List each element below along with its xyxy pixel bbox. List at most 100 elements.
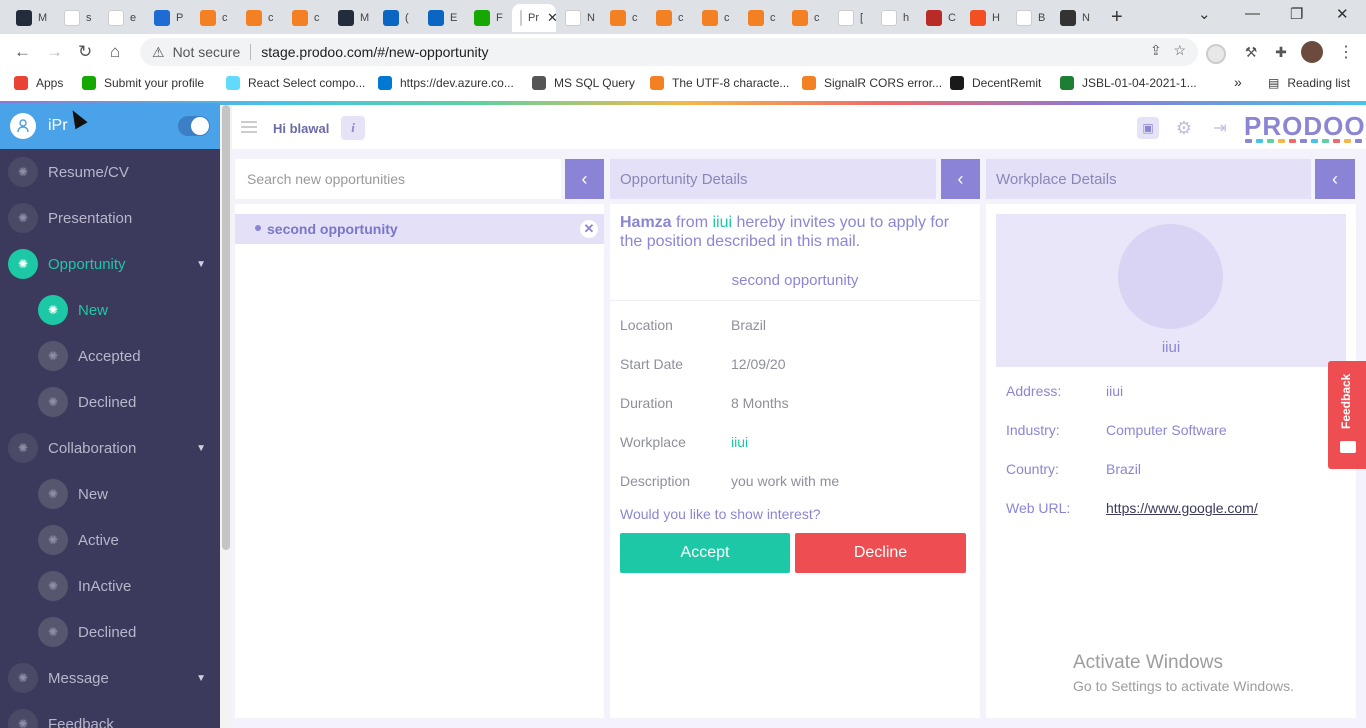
browser-tab[interactable]: N (1052, 4, 1092, 32)
extension-tool-icon[interactable]: ⚒ (1241, 44, 1261, 64)
chevron-down-icon[interactable]: ▼ (196, 673, 206, 684)
collapse-list-button[interactable]: ‹ (565, 159, 604, 199)
bookmark-item[interactable]: React Select compo... (226, 76, 365, 90)
opportunity-title: second opportunity (731, 272, 859, 289)
chevron-down-icon[interactable]: ▼ (196, 259, 206, 270)
list-item[interactable]: second opportunity ✕ (235, 214, 604, 244)
collapse-details-button[interactable]: ‹ (941, 159, 980, 199)
web-url-link[interactable]: https://www.google.com/ (1106, 500, 1258, 516)
detail-value: you work with me (731, 473, 840, 489)
browser-tab[interactable]: [ (830, 4, 870, 32)
new-tab-button[interactable]: + (1111, 6, 1123, 29)
browser-tab[interactable]: e (100, 4, 140, 32)
scrollbar-thumb[interactable] (222, 105, 230, 550)
browser-tab[interactable]: C (918, 4, 958, 32)
bookmark-item[interactable]: The UTF-8 characte... (650, 76, 789, 90)
detail-label: Description (620, 473, 691, 489)
settings-icon[interactable]: ⚙ (1173, 117, 1195, 139)
bookmark-item[interactable]: MS SQL Query (532, 76, 635, 90)
collapse-workplace-button[interactable]: ‹ (1315, 159, 1355, 199)
sidebar-item-new[interactable]: ✺ New (0, 287, 220, 333)
browser-tab[interactable]: c (648, 4, 688, 32)
tab-search-icon[interactable]: ⌄ (1198, 5, 1211, 23)
reading-list[interactable]: ▤ Reading list (1268, 76, 1350, 90)
bookmark-item[interactable]: SignalR CORS error... (802, 76, 942, 90)
decline-button[interactable]: Decline (795, 533, 966, 573)
browser-tab[interactable]: c (602, 4, 642, 32)
sidebar-item-declined[interactable]: ✺ Declined (0, 379, 220, 425)
browser-tab[interactable]: B (1008, 4, 1048, 32)
document-icon[interactable]: ▣ (1137, 117, 1159, 139)
forward-icon[interactable]: → (46, 42, 63, 62)
browser-tab[interactable]: N (557, 4, 597, 32)
bookmark-item[interactable]: JSBL-01-04-2021-1... (1060, 76, 1197, 90)
browser-tab[interactable]: c (784, 4, 824, 32)
browser-tab[interactable]: P (146, 4, 186, 32)
browser-tab[interactable]: F (466, 4, 506, 32)
sidebar-item-new[interactable]: ✺ New (0, 471, 220, 517)
logout-icon[interactable]: ⇥ (1209, 117, 1231, 139)
sidebar-item-declined[interactable]: ✺ Declined (0, 609, 220, 655)
tab-title: E (450, 12, 458, 24)
chevron-down-icon[interactable]: ▼ (196, 443, 206, 454)
sidebar-item-feedback[interactable]: ✺ Feedback (0, 701, 220, 728)
bookmark-label: JSBL-01-04-2021-1... (1082, 76, 1197, 90)
bookmark-label: DecentRemit (972, 76, 1042, 90)
sidebar-menu: ✺ Resume/CV ✺ Presentation ✺ Opportunity ▼ ✺ New… (0, 149, 220, 728)
browser-tab[interactable]: h (873, 4, 913, 32)
browser-tab[interactable]: c (694, 4, 734, 32)
share-star-icons[interactable]: ⇪ ☆ (1150, 42, 1186, 59)
sidebar-item-message[interactable]: ✺ Message ▼ (0, 655, 220, 701)
sidebar-item-collaboration[interactable]: ✺ Collaboration ▼ (0, 425, 220, 471)
sidebar-item-presentation[interactable]: ✺ Presentation (0, 195, 220, 241)
tab-favicon-icon (200, 10, 216, 26)
tab-title: c (724, 12, 730, 24)
user-icon[interactable] (10, 113, 36, 139)
accept-button[interactable]: Accept (620, 533, 790, 573)
browser-tab[interactable]: c (284, 4, 324, 32)
puzzle-icon[interactable]: ✚ (1271, 44, 1291, 64)
bookmarks-more-icon[interactable]: » (1234, 74, 1242, 90)
bookmark-item[interactable]: DecentRemit (950, 76, 1041, 90)
close-icon[interactable]: ✕ (580, 220, 598, 238)
maximize-button[interactable]: ❐ (1290, 5, 1303, 23)
home-icon[interactable]: ⌂ (110, 42, 120, 62)
feedback-tab[interactable]: Feedback (1328, 361, 1366, 469)
sidebar-item-active[interactable]: ✺ Active (0, 517, 220, 563)
browser-tab[interactable]: Pr ✕ (512, 4, 558, 32)
search-input[interactable] (235, 159, 561, 199)
sidebar-item-inactive[interactable]: ✺ InActive (0, 563, 220, 609)
browser-tab[interactable]: M (330, 4, 370, 32)
browser-tab[interactable]: s (56, 4, 96, 32)
profile-avatar[interactable] (1301, 41, 1323, 63)
chrome-menu-icon[interactable]: ⋮ (1338, 42, 1354, 62)
browser-tab[interactable]: H (962, 4, 1002, 32)
sidebar-scrollbar[interactable] (220, 105, 232, 728)
sidebar-item-opportunity[interactable]: ✺ Opportunity ▼ (0, 241, 220, 287)
reload-icon[interactable]: ↻ (78, 42, 92, 62)
browser-tab[interactable]: c (740, 4, 780, 32)
browser-tab[interactable]: E (420, 4, 460, 32)
minimize-button[interactable]: — (1245, 5, 1260, 22)
back-icon[interactable]: ← (14, 42, 31, 62)
hamburger-icon[interactable] (241, 121, 257, 133)
availability-toggle[interactable] (178, 116, 210, 136)
browser-tab[interactable]: c (238, 4, 278, 32)
browser-tab[interactable]: c (192, 4, 232, 32)
bookmark-item[interactable]: Submit your profile (82, 76, 204, 90)
browser-tab[interactable]: M (8, 4, 48, 32)
omnibox[interactable]: ⚠ Not secure stage.prodoo.com/#/new-oppo… (140, 38, 1198, 66)
close-window-button[interactable]: ✕ (1336, 5, 1349, 23)
url-text[interactable]: stage.prodoo.com/#/new-opportunity (261, 44, 488, 60)
bookmark-item[interactable]: Apps (14, 76, 63, 90)
menu-item-icon: ✺ (38, 387, 68, 417)
info-icon[interactable]: i (341, 116, 365, 140)
bookmark-icon (14, 76, 28, 90)
sidebar-item-accepted[interactable]: ✺ Accepted (0, 333, 220, 379)
menu-item-icon: ✺ (38, 479, 68, 509)
browser-tab[interactable]: ( (375, 4, 415, 32)
detail-value[interactable]: iiui (731, 434, 748, 450)
extension-icon[interactable] (1206, 44, 1226, 64)
sidebar-item-resume-cv[interactable]: ✺ Resume/CV (0, 149, 220, 195)
bookmark-item[interactable]: https://dev.azure.co... (378, 76, 514, 90)
